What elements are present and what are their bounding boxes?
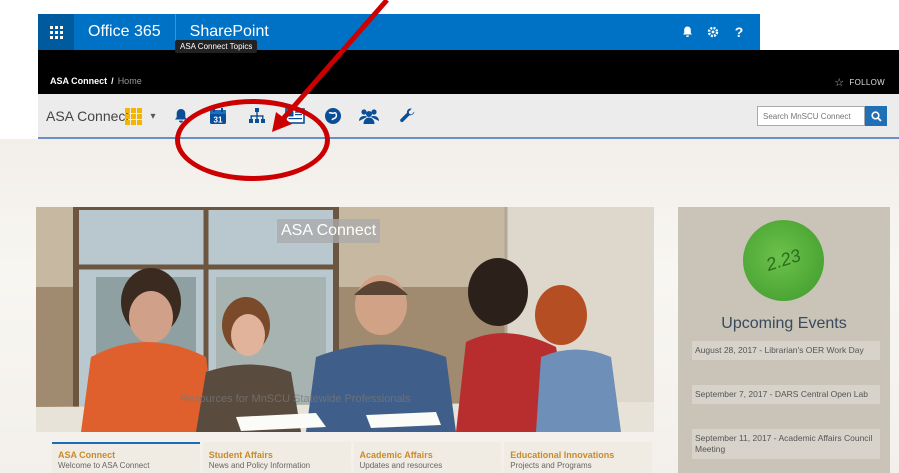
page: Office 365 SharePoint ? ASA Connect / Ho… bbox=[0, 0, 899, 473]
annotation-arrow bbox=[272, 0, 389, 132]
